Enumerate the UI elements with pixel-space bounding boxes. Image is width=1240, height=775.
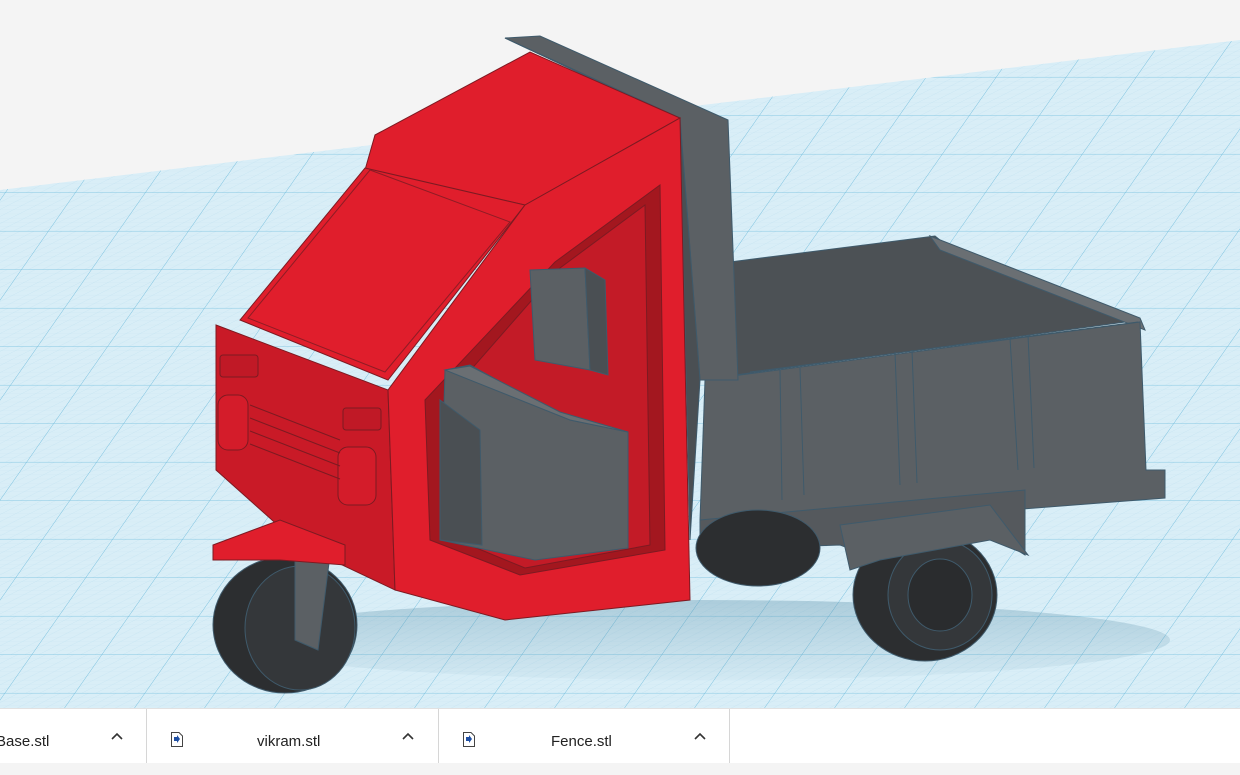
chevron-up-icon[interactable] bbox=[110, 729, 124, 743]
download-item-fence[interactable]: Fence.stl bbox=[439, 709, 730, 763]
model-shadow bbox=[230, 600, 1170, 680]
download-bar: Base.stl vikram.stl Fence.stl bbox=[0, 708, 1240, 763]
download-filename: Base.stl bbox=[0, 733, 50, 750]
download-filename: vikram.stl bbox=[257, 733, 321, 750]
rear-wheel-left bbox=[695, 509, 821, 587]
chevron-up-icon[interactable] bbox=[401, 729, 415, 743]
download-item-base[interactable]: Base.stl bbox=[0, 709, 147, 763]
download-item-vikram[interactable]: vikram.stl bbox=[147, 709, 439, 763]
workplane-scene bbox=[0, 35, 1240, 708]
file-icon bbox=[171, 732, 183, 747]
download-filename: Fence.stl bbox=[551, 733, 612, 750]
file-icon bbox=[463, 732, 475, 747]
3d-viewport[interactable] bbox=[0, 0, 1240, 708]
chevron-up-icon[interactable] bbox=[693, 729, 707, 743]
